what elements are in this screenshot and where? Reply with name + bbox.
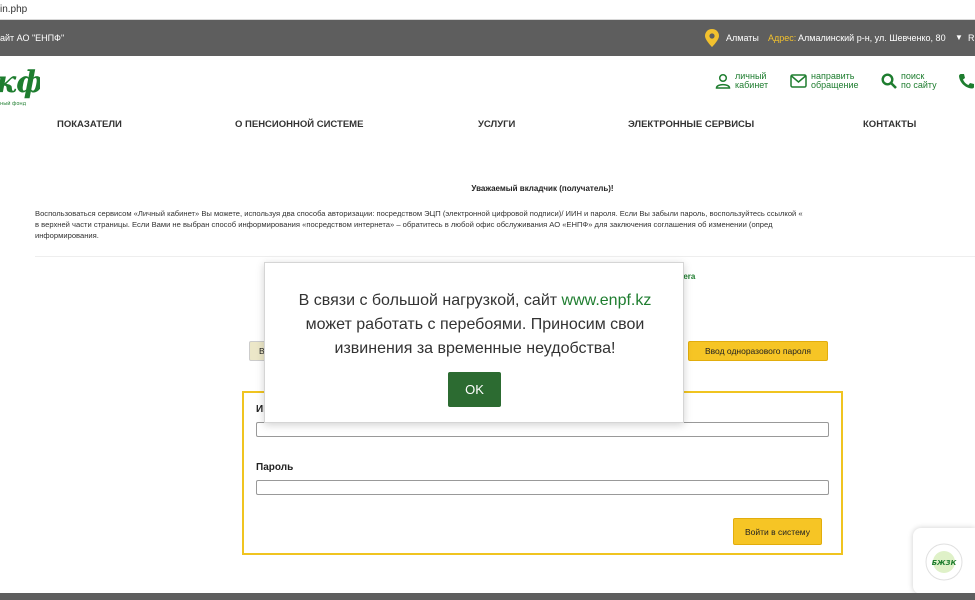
personal-cabinet-link[interactable]: личный кабинет — [715, 72, 768, 90]
user-icon — [715, 73, 731, 89]
intro-text: Воспользоваться сервисом «Личный кабинет… — [35, 208, 975, 241]
send-appeal-link[interactable]: направить обращение — [790, 72, 858, 90]
link-line: обращение — [811, 80, 859, 90]
link-line: кабинет — [735, 80, 769, 90]
envelope-icon — [790, 74, 807, 88]
intro-line: Воспользоваться сервисом «Личный кабинет… — [35, 209, 803, 218]
ok-button[interactable]: OK — [448, 372, 501, 407]
iin-input[interactable] — [256, 422, 829, 437]
nav-item-indicators[interactable]: ПОКАЗАТЕЛИ — [57, 119, 122, 130]
login-button[interactable]: Войти в систему — [733, 518, 822, 545]
location-pin-icon — [705, 29, 719, 47]
site-search-link[interactable]: поиск по сайту — [881, 72, 937, 90]
divider — [35, 256, 975, 257]
nav-item-contacts[interactable]: КОНТАКТЫ — [863, 119, 916, 130]
address-text: Алмалинский р-н, ул. Шевченко, 80 — [798, 33, 946, 43]
tab-label: Ввод одноразового пароля — [704, 346, 812, 356]
password-input[interactable] — [256, 480, 829, 495]
nav-item-e-services[interactable]: ЭЛЕКТРОННЫЕ СЕРВИСЫ — [628, 119, 754, 130]
bjzk-logo-icon: БЖЗК — [924, 542, 964, 582]
address-label: Адрес: — [768, 33, 797, 43]
site-label[interactable]: айт АО "ЕНПФ" — [0, 33, 64, 43]
chat-logo-text: БЖЗК — [932, 559, 957, 567]
intro-line: информирования. — [35, 231, 99, 240]
phone-icon[interactable] — [958, 73, 975, 89]
notice-modal: В связи с большой нагрузкой, сайт www.en… — [264, 262, 684, 423]
enpf-logo[interactable]: кф ный фонд — [0, 64, 40, 110]
intro-line: в верхней части страницы. Если Вами не в… — [35, 220, 773, 229]
svg-text:ный фонд: ный фонд — [0, 100, 27, 107]
tab-one-time-password[interactable]: Ввод одноразового пароля — [688, 341, 828, 361]
url-text: in.php — [0, 4, 28, 15]
password-label: Пароль — [256, 462, 294, 473]
greeting-heading: Уважаемый вкладчик (получатель)! — [471, 184, 614, 193]
city-selector[interactable]: Алматы — [726, 33, 759, 43]
modal-link[interactable]: www.enpf.kz — [562, 292, 652, 309]
modal-text: В связи с большой нагрузкой, сайт — [298, 292, 558, 309]
link-line: по сайту — [901, 80, 937, 90]
chat-widget[interactable]: БЖЗК — [913, 528, 975, 594]
search-icon — [881, 73, 897, 89]
svg-text:кф: кф — [0, 65, 40, 100]
chevron-down-icon[interactable]: ▼ — [955, 33, 963, 42]
address-bar[interactable]: in.php — [0, 0, 975, 20]
top-info-bar: айт АО "ЕНПФ" Алматы Адрес: Алмалинский … — [0, 20, 975, 56]
bottom-bar — [0, 593, 975, 600]
modal-text: может работать с перебоями. Приносим сво… — [305, 316, 645, 333]
modal-message: В связи с большой нагрузкой, сайт www.en… — [265, 289, 685, 361]
language-switch[interactable]: R — [968, 33, 975, 43]
nav-item-services[interactable]: УСЛУГИ — [478, 119, 515, 130]
nav-item-pension-system[interactable]: О ПЕНСИОННОЙ СИСТЕМЕ — [235, 119, 363, 130]
main-nav: ПОКАЗАТЕЛИ О ПЕНСИОННОЙ СИСТЕМЕ УСЛУГИ Э… — [0, 119, 975, 133]
modal-text: извинения за временные неудобства! — [334, 340, 616, 357]
